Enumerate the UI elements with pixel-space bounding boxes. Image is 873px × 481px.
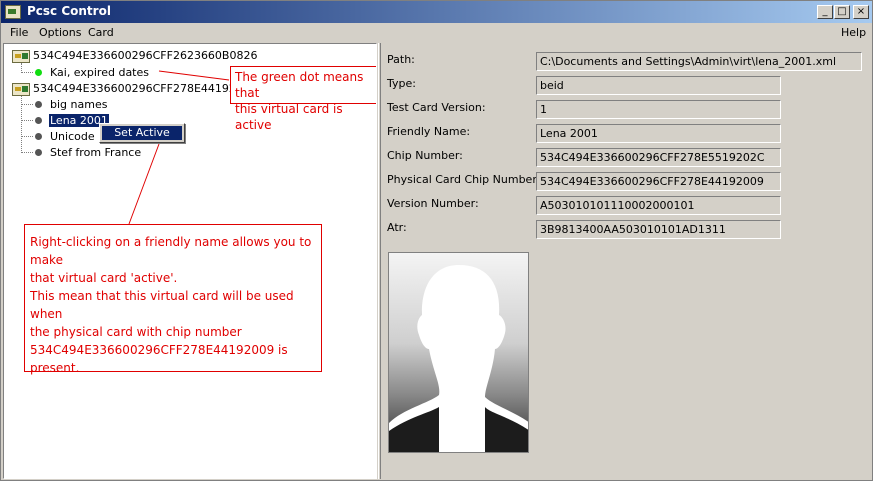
- path-field[interactable]: C:\Documents and Settings\Admin\virt\len…: [536, 52, 862, 71]
- callout-green-dot: The green dot means that this virtual ca…: [230, 66, 376, 132]
- test-card-version-label: Test Card Version:: [387, 101, 486, 114]
- maximize-icon[interactable]: □: [834, 5, 850, 19]
- type-label: Type:: [387, 77, 416, 90]
- chip-number-field[interactable]: 534C494E336600296CFF278E5519202C: [536, 148, 781, 167]
- card-tree[interactable]: 534C494E336600296CFF2623660B0826 Kai, ex…: [3, 43, 377, 479]
- type-field[interactable]: beid: [536, 76, 781, 95]
- version-number-field[interactable]: A503010101110002000101: [536, 196, 781, 215]
- menu-options[interactable]: Options: [39, 26, 81, 39]
- atr-field[interactable]: 3B9813400AA503010101AD1311: [536, 220, 781, 239]
- tree-item-unicode[interactable]: Unicode 1: [50, 130, 105, 143]
- callout-line: The green dot means that: [235, 70, 364, 100]
- minimize-icon[interactable]: _: [817, 5, 833, 19]
- inactive-dot-icon: [35, 149, 42, 156]
- callout-right-click: Right-clicking on a friendly name allows…: [24, 224, 322, 375]
- main-window: Pcsc Control _ □ × File Options Card Hel…: [0, 0, 873, 481]
- app-card-icon: [5, 5, 21, 19]
- set-active-menu-item[interactable]: Set Active: [102, 126, 182, 140]
- callout-line: that virtual card 'active'.: [30, 271, 178, 285]
- close-icon[interactable]: ×: [853, 5, 869, 19]
- tree-card-2-chip[interactable]: 534C494E336600296CFF278E44192009: [33, 82, 257, 95]
- menu-help[interactable]: Help: [841, 26, 866, 39]
- inactive-dot-icon: [35, 133, 42, 140]
- menu-bar: File Options Card Help: [1, 23, 872, 42]
- callout-line: the physical card with chip number: [30, 325, 242, 339]
- menu-card[interactable]: Card: [88, 26, 114, 39]
- card-icon: [12, 83, 30, 96]
- tree-item-stef[interactable]: Stef from France: [50, 146, 141, 159]
- tree-item-kai[interactable]: Kai, expired dates: [50, 66, 149, 79]
- tree-connector: [21, 152, 33, 153]
- inactive-dot-icon: [35, 101, 42, 108]
- tree-connector: [21, 104, 33, 105]
- callout-line: 534C494E336600296CFF278E44192009 is pres…: [30, 343, 288, 375]
- tree-card-1-chip[interactable]: 534C494E336600296CFF2623660B0826: [33, 49, 257, 62]
- title-bar[interactable]: Pcsc Control _ □ ×: [1, 1, 872, 23]
- photo-silhouette: [389, 253, 528, 452]
- tree-connector: [21, 136, 33, 137]
- context-menu: Set Active: [99, 123, 185, 143]
- tree-item-big-names[interactable]: big names: [50, 98, 107, 111]
- inactive-dot-icon: [35, 117, 42, 124]
- card-details: Path: C:\Documents and Settings\Admin\vi…: [381, 43, 872, 479]
- physical-chip-number-label: Physical Card Chip Number:: [387, 173, 541, 186]
- callout-line: This mean that this virtual card will be…: [30, 289, 294, 321]
- atr-label: Atr:: [387, 221, 407, 234]
- card-photo: [388, 252, 529, 453]
- test-card-version-field[interactable]: 1: [536, 100, 781, 119]
- callout-line-green-dot: [158, 70, 230, 81]
- window-title: Pcsc Control: [27, 4, 111, 18]
- path-label: Path:: [387, 53, 415, 66]
- version-number-label: Version Number:: [387, 197, 479, 210]
- chip-number-label: Chip Number:: [387, 149, 463, 162]
- physical-chip-number-field[interactable]: 534C494E336600296CFF278E44192009: [536, 172, 781, 191]
- friendly-name-field[interactable]: Lena 2001: [536, 124, 781, 143]
- card-icon: [12, 50, 30, 63]
- tree-connector: [21, 120, 33, 121]
- callout-line: Right-clicking on a friendly name allows…: [30, 235, 312, 267]
- active-dot-icon: [35, 69, 42, 76]
- menu-file[interactable]: File: [10, 26, 28, 39]
- callout-line: this virtual card is active: [235, 102, 343, 132]
- friendly-name-label: Friendly Name:: [387, 125, 471, 138]
- tree-connector: [21, 72, 33, 73]
